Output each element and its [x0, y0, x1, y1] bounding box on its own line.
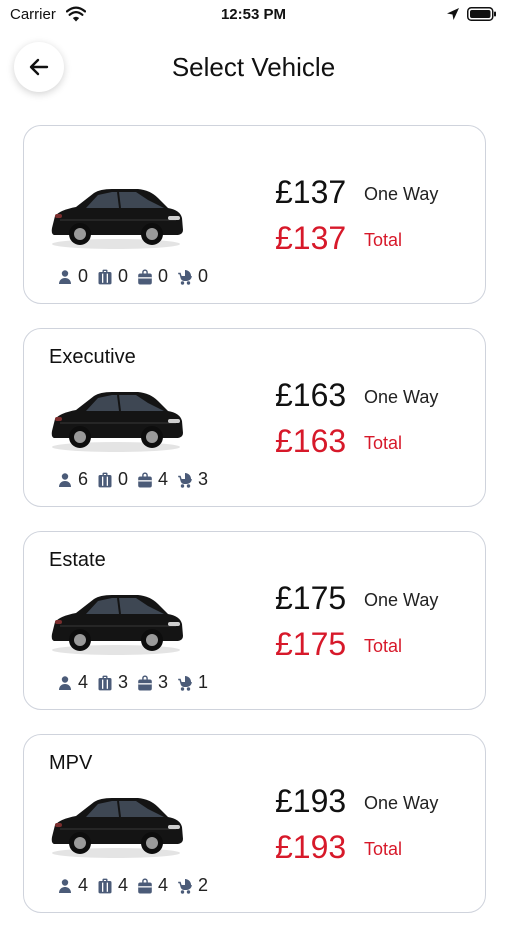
capacity-row: 4 3 3 1	[57, 672, 217, 693]
passenger-capacity: 0	[57, 266, 88, 287]
page-title: Select Vehicle	[171, 52, 336, 82]
location-arrow-icon	[446, 7, 460, 26]
vehicle-card[interactable]: MPV 4 4 4 2 £193 One Way £193 Total	[23, 734, 486, 913]
passenger-capacity: 6	[57, 469, 88, 490]
bag-count: 0	[158, 266, 169, 286]
person-icon	[57, 675, 73, 691]
total-label: Total	[364, 433, 403, 453]
bag-capacity: 4	[137, 469, 168, 490]
one-way-label: One Way	[364, 793, 439, 813]
bag-icon	[137, 269, 153, 285]
child-seat-capacity: 0	[177, 266, 208, 287]
suitcase-capacity: 0	[97, 266, 128, 287]
child-seat-capacity: 1	[177, 672, 208, 693]
stroller-icon	[177, 675, 193, 691]
capacity-row: 6 0 4 3	[57, 469, 217, 490]
vehicle-name: Estate	[49, 549, 106, 571]
person-icon	[57, 472, 73, 488]
suitcase-capacity: 0	[97, 469, 128, 490]
suitcase-count: 3	[118, 672, 129, 692]
passenger-count: 0	[78, 266, 89, 286]
vehicle-image	[46, 584, 186, 656]
capacity-row: 4 4 4 2	[57, 875, 217, 896]
one-way-label: One Way	[364, 387, 439, 407]
battery-icon	[467, 7, 497, 26]
passenger-capacity: 4	[57, 875, 88, 896]
total-price: £175	[275, 626, 347, 662]
bag-count: 3	[158, 672, 169, 692]
suitcase-count: 4	[118, 875, 129, 895]
person-icon	[57, 878, 73, 894]
suitcase-capacity: 3	[97, 672, 128, 693]
one-way-price: £163	[275, 377, 347, 413]
vehicle-card[interactable]: Estate 4 3 3 1 £175 One Way £175 Total	[23, 531, 486, 710]
bag-capacity: 3	[137, 672, 168, 693]
one-way-label: One Way	[364, 590, 439, 610]
total-label: Total	[364, 636, 403, 656]
person-icon	[57, 269, 73, 285]
passenger-count: 4	[78, 672, 89, 692]
total-price: £163	[275, 423, 347, 459]
one-way-price: £137	[275, 174, 347, 210]
vehicle-image	[46, 787, 186, 859]
child-seat-capacity: 3	[177, 469, 208, 490]
one-way-price: £193	[275, 783, 347, 819]
one-way-label: One Way	[364, 184, 439, 204]
stroller-icon	[177, 878, 193, 894]
suitcase-icon	[97, 269, 113, 285]
vehicle-image	[46, 178, 186, 250]
suitcase-icon	[97, 675, 113, 691]
child-seat-count: 2	[198, 875, 209, 895]
stroller-icon	[177, 269, 193, 285]
suitcase-capacity: 4	[97, 875, 128, 896]
vehicle-list: 0 0 0 0 £137 One Way £137 Total Executiv…	[23, 125, 486, 937]
passenger-capacity: 4	[57, 672, 88, 693]
bag-capacity: 4	[137, 875, 168, 896]
suitcase-count: 0	[118, 266, 129, 286]
total-price: £193	[275, 829, 347, 865]
bag-icon	[137, 472, 153, 488]
capacity-row: 0 0 0 0	[57, 266, 217, 287]
header: Select Vehicle	[0, 36, 507, 98]
one-way-price: £175	[275, 580, 347, 616]
vehicle-image	[46, 381, 186, 453]
vehicle-name: Executive	[49, 346, 136, 368]
total-price: £137	[275, 220, 347, 256]
vehicle-name: MPV	[49, 752, 93, 774]
suitcase-count: 0	[118, 469, 129, 489]
child-seat-count: 0	[198, 266, 209, 286]
bag-icon	[137, 675, 153, 691]
clock: 12:53 PM	[220, 6, 287, 23]
bag-icon	[137, 878, 153, 894]
status-bar: Carrier 12:53 PM	[0, 0, 507, 32]
total-label: Total	[364, 230, 403, 250]
bag-capacity: 0	[137, 266, 168, 287]
bag-count: 4	[158, 469, 169, 489]
vehicle-card[interactable]: 0 0 0 0 £137 One Way £137 Total	[23, 125, 486, 304]
bag-count: 4	[158, 875, 169, 895]
passenger-count: 6	[78, 469, 89, 489]
passenger-count: 4	[78, 875, 89, 895]
child-seat-capacity: 2	[177, 875, 208, 896]
stroller-icon	[177, 472, 193, 488]
total-label: Total	[364, 839, 403, 859]
child-seat-count: 3	[198, 469, 209, 489]
child-seat-count: 1	[198, 672, 209, 692]
suitcase-icon	[97, 878, 113, 894]
suitcase-icon	[97, 472, 113, 488]
vehicle-card[interactable]: Executive 6 0 4 3 £163 One Way £163 Tota…	[23, 328, 486, 507]
